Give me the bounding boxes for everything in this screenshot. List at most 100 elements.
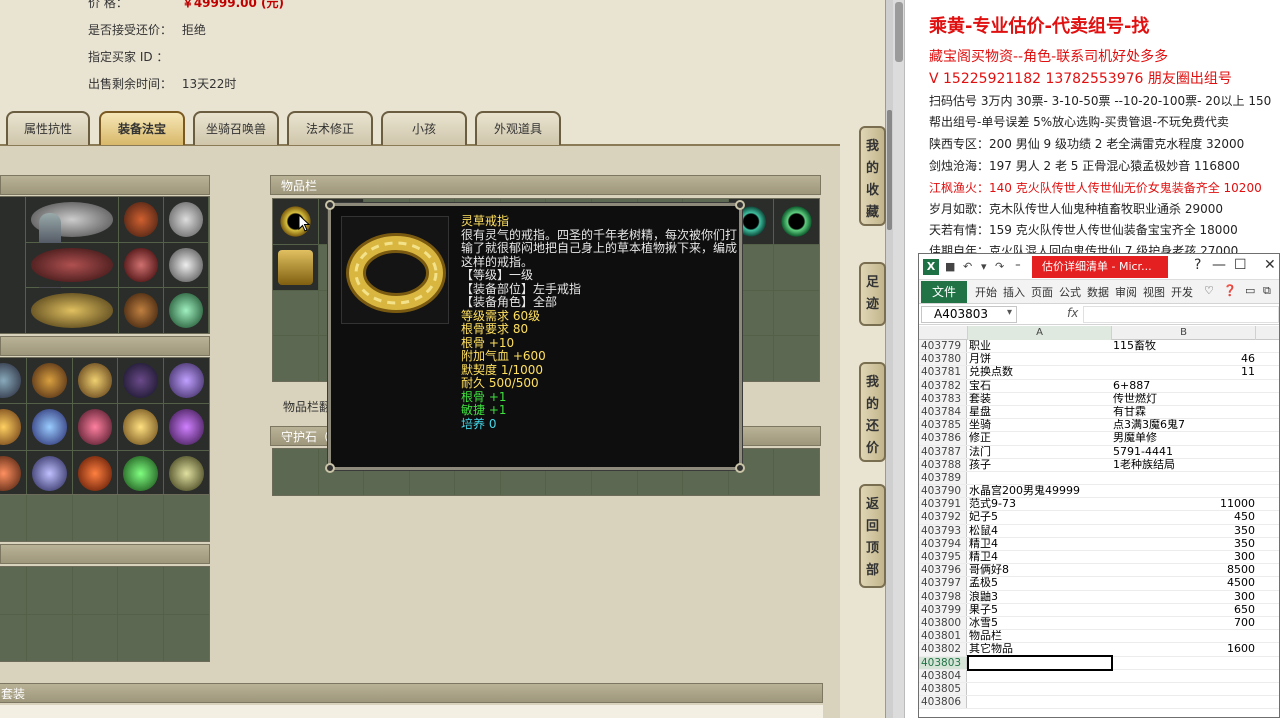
cell-b[interactable]: 300: [1113, 591, 1255, 604]
column-header-b[interactable]: B: [1112, 326, 1256, 340]
treasure-slot[interactable]: [26, 358, 72, 404]
row-number[interactable]: 403787: [919, 445, 967, 458]
row-number[interactable]: 403779: [919, 340, 967, 353]
minimize-icon[interactable]: —: [1212, 257, 1226, 273]
treasure-slot[interactable]: [26, 450, 72, 496]
treasure-slot[interactable]: [118, 450, 164, 496]
cell-a[interactable]: 孩子: [969, 459, 1111, 472]
corner-select-all[interactable]: [919, 326, 968, 340]
column-header-a[interactable]: A: [968, 326, 1112, 340]
ribbon-tab-insert[interactable]: 插入: [1003, 284, 1025, 300]
row-number[interactable]: 403795: [919, 551, 967, 564]
cell-a[interactable]: 星盘: [969, 406, 1111, 419]
namebox-dropdown-icon[interactable]: ▾: [1007, 307, 1012, 318]
row-number[interactable]: 403780: [919, 353, 967, 366]
ad-scroll-thumb[interactable]: [895, 2, 903, 62]
side-nav-footprint[interactable]: 足迹: [859, 262, 886, 326]
treasure-slot[interactable]: [0, 450, 26, 496]
equip-slot[interactable]: [119, 197, 163, 242]
cell-b[interactable]: 8500: [1113, 564, 1255, 577]
cell-b[interactable]: 450: [1113, 511, 1255, 524]
row-number[interactable]: 403798: [919, 590, 967, 603]
ribbon-tab-review[interactable]: 审阅: [1115, 284, 1137, 300]
treasure-slot[interactable]: [26, 404, 72, 450]
row-number[interactable]: 403789: [919, 471, 967, 485]
cell-a[interactable]: 职业: [969, 340, 1111, 353]
guardstone-slot[interactable]: [273, 449, 318, 495]
dropdown-icon[interactable]: ▾: [981, 260, 987, 273]
cell-b[interactable]: 650: [1113, 604, 1255, 617]
cell-b[interactable]: 700: [1113, 617, 1255, 630]
cell-a[interactable]: 松鼠4: [969, 525, 1111, 538]
row-number[interactable]: 403806: [919, 696, 967, 709]
cell-a[interactable]: 水晶宫200男鬼49999: [969, 485, 1111, 498]
row-number[interactable]: 403803: [919, 656, 967, 669]
tab-appearance[interactable]: 外观道具: [475, 111, 561, 145]
cell-a[interactable]: 冰雪5: [969, 617, 1111, 630]
row-number[interactable]: 403799: [919, 603, 967, 616]
tab-attributes[interactable]: 属性抗性: [6, 111, 90, 145]
treasure-slot[interactable]: [164, 404, 209, 450]
inventory-slot[interactable]: [273, 244, 318, 290]
redo-icon[interactable]: ↷: [995, 260, 1004, 273]
inventory-slot[interactable]: [774, 244, 819, 290]
inventory-slot[interactable]: [774, 199, 819, 244]
cell-a[interactable]: 宝石: [969, 380, 1111, 393]
cell-a[interactable]: 套装: [969, 393, 1111, 406]
tab-equipment[interactable]: 装备法宝: [99, 111, 185, 145]
row-number[interactable]: 403785: [919, 419, 967, 432]
row-number[interactable]: 403784: [919, 405, 967, 419]
heart-icon[interactable]: ♡: [1204, 284, 1214, 297]
side-nav-back-to-top[interactable]: 返回顶部: [859, 484, 886, 588]
row-number[interactable]: 403783: [919, 392, 967, 405]
cell-b[interactable]: 300: [1113, 551, 1255, 564]
undo-icon[interactable]: ↶: [963, 260, 972, 273]
row-number[interactable]: 403788: [919, 458, 967, 471]
cell-a[interactable]: 浪鼬3: [969, 591, 1111, 604]
close-icon[interactable]: ✕: [1264, 257, 1276, 273]
equip-slot[interactable]: [164, 288, 208, 333]
formula-input[interactable]: [1083, 306, 1279, 323]
customize-icon[interactable]: ⁼: [1015, 260, 1021, 273]
row-number[interactable]: 403796: [919, 564, 967, 577]
row-number[interactable]: 403804: [919, 669, 967, 682]
inventory-slot[interactable]: [273, 290, 318, 336]
cell-a[interactable]: 孟极5: [969, 577, 1111, 590]
row-number[interactable]: 403793: [919, 524, 967, 537]
cell-b[interactable]: 115畜牧: [1113, 340, 1255, 353]
cell-b[interactable]: 点3满3魔6鬼7: [1113, 419, 1255, 432]
treasure-slot[interactable]: [0, 358, 26, 404]
ribbon-tab-page[interactable]: 页面: [1031, 284, 1053, 300]
row-number[interactable]: 403781: [919, 366, 967, 379]
treasure-slot[interactable]: [72, 450, 118, 496]
cell-b[interactable]: 传世燃灯: [1113, 393, 1255, 406]
cell-b[interactable]: 46: [1113, 353, 1255, 366]
equip-slot[interactable]: [26, 288, 118, 333]
cell-a[interactable]: 兑换点数: [969, 366, 1111, 379]
row-number[interactable]: 403801: [919, 630, 967, 643]
inventory-slot[interactable]: [774, 336, 819, 381]
cell-b[interactable]: 6+887: [1113, 380, 1255, 393]
tab-spell-correction[interactable]: 法术修正: [287, 111, 373, 145]
treasure-slot[interactable]: [118, 358, 164, 404]
cell-b[interactable]: 5791-4441: [1113, 446, 1255, 459]
cell-b[interactable]: 350: [1113, 538, 1255, 551]
equip-slot[interactable]: [164, 242, 208, 288]
row-number[interactable]: 403790: [919, 485, 967, 498]
row-number[interactable]: 403800: [919, 616, 967, 630]
equip-slot[interactable]: [119, 288, 163, 333]
cell-b[interactable]: 11000: [1113, 498, 1255, 511]
cell-a[interactable]: 精卫4: [969, 551, 1111, 564]
row-number[interactable]: 403786: [919, 432, 967, 445]
row-number[interactable]: 403791: [919, 498, 967, 511]
inventory-slot[interactable]: [273, 336, 318, 381]
cell-a[interactable]: 精卫4: [969, 538, 1111, 551]
treasure-slot[interactable]: [72, 358, 118, 404]
cell-a[interactable]: 修正: [969, 432, 1111, 445]
inventory-slot-ring[interactable]: [273, 199, 318, 244]
name-box[interactable]: A403803: [921, 306, 1017, 323]
cell-b[interactable]: 4500: [1113, 577, 1255, 590]
cell-a[interactable]: 月饼: [969, 353, 1111, 366]
page-scroll-thumb[interactable]: [887, 110, 892, 230]
equip-slot[interactable]: [164, 197, 208, 242]
